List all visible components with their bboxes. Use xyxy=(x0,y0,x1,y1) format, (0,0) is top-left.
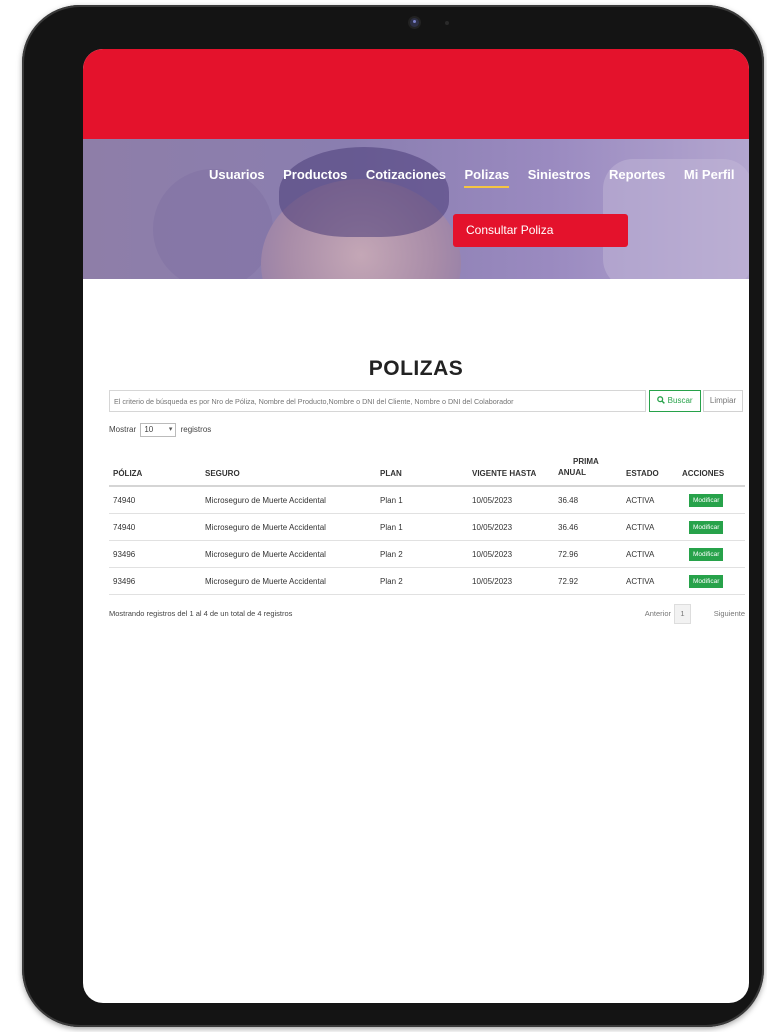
modificar-button[interactable]: Modificar xyxy=(689,520,724,534)
table-row: 93496 Microseguro de Muerte Accidental P… xyxy=(109,567,745,595)
col-header-estado[interactable]: ESTADO xyxy=(619,441,674,487)
chevron-down-icon: ▾ xyxy=(168,426,173,433)
hero-photo-hair xyxy=(279,147,449,237)
cell-vigente: 10/05/2023 xyxy=(460,540,550,568)
nav-item-siniestros[interactable]: Siniestros xyxy=(528,167,591,186)
table-footer: Mostrando registros del 1 al 4 de un tot… xyxy=(109,604,745,624)
table-row: 93496 Microseguro de Muerte Accidental P… xyxy=(109,540,745,568)
cell-poliza: 93496 xyxy=(109,567,196,595)
cell-seguro: Microseguro de Muerte Accidental xyxy=(196,567,371,595)
cell-acciones: Modificar xyxy=(674,513,745,541)
tablet-screen: Usuarios Productos Cotizaciones Polizas … xyxy=(83,49,749,1003)
prima-line2: ANUAL xyxy=(558,468,586,477)
front-camera xyxy=(410,18,419,27)
nav-item-productos[interactable]: Productos xyxy=(283,167,347,186)
cell-poliza: 74940 xyxy=(109,486,196,514)
cell-acciones: Modificar xyxy=(674,540,745,568)
col-header-poliza[interactable]: PÓLIZA xyxy=(109,441,196,487)
cell-plan: Plan 2 xyxy=(371,567,460,595)
nav-item-cotizaciones[interactable]: Cotizaciones xyxy=(366,167,446,186)
search-icon xyxy=(657,396,666,404)
cell-estado: ACTIVA xyxy=(619,540,674,568)
nav-item-usuarios[interactable]: Usuarios xyxy=(209,167,265,186)
cell-plan: Plan 2 xyxy=(371,540,460,568)
search-input[interactable] xyxy=(109,390,646,412)
nav-item-reportes[interactable]: Reportes xyxy=(609,167,665,186)
cell-prima: 72.92 xyxy=(550,567,619,595)
col-header-prima[interactable]: PRIMA ANUAL xyxy=(550,441,619,487)
top-red-bar xyxy=(83,49,749,139)
cell-acciones: Modificar xyxy=(674,486,745,514)
cell-estado: ACTIVA xyxy=(619,513,674,541)
table-row: 74940 Microseguro de Muerte Accidental P… xyxy=(109,486,745,514)
consultar-poliza-button[interactable]: Consultar Poliza xyxy=(453,214,628,247)
cell-vigente: 10/05/2023 xyxy=(460,567,550,595)
search-bar: Buscar Limpiar xyxy=(109,390,745,412)
prima-line1: PRIMA xyxy=(573,457,599,466)
modificar-button[interactable]: Modificar xyxy=(689,493,724,507)
col-header-seguro[interactable]: SEGURO xyxy=(196,441,371,487)
cell-estado: ACTIVA xyxy=(619,486,674,514)
cell-vigente: 10/05/2023 xyxy=(460,486,550,514)
length-suffix: registros xyxy=(180,425,212,435)
buscar-label: Buscar xyxy=(667,396,693,405)
hero-banner: Usuarios Productos Cotizaciones Polizas … xyxy=(83,139,749,279)
length-prefix: Mostrar xyxy=(109,425,137,435)
table-row: 74940 Microseguro de Muerte Accidental P… xyxy=(109,513,745,541)
polizas-table: PÓLIZA SEGURO PLAN VIGENTE HASTA PRIMA A… xyxy=(109,441,745,595)
cell-vigente: 10/05/2023 xyxy=(460,513,550,541)
buscar-button[interactable]: Buscar xyxy=(649,390,701,412)
polizas-table-container: PÓLIZA SEGURO PLAN VIGENTE HASTA PRIMA A… xyxy=(109,441,745,595)
cell-estado: ACTIVA xyxy=(619,567,674,595)
cell-prima: 36.46 xyxy=(550,513,619,541)
cell-poliza: 93496 xyxy=(109,540,196,568)
pagination-page[interactable]: 1 xyxy=(674,604,691,624)
pagination-prev[interactable]: Anterior xyxy=(645,604,671,624)
cell-prima: 36.48 xyxy=(550,486,619,514)
cell-seguro: Microseguro de Muerte Accidental xyxy=(196,513,371,541)
cell-plan: Plan 1 xyxy=(371,486,460,514)
cell-plan: Plan 1 xyxy=(371,513,460,541)
modificar-button[interactable]: Modificar xyxy=(689,547,724,561)
cell-poliza: 74940 xyxy=(109,513,196,541)
main-nav: Usuarios Productos Cotizaciones Polizas … xyxy=(209,166,748,188)
records-info: Mostrando registros del 1 al 4 de un tot… xyxy=(109,609,293,618)
tablet-frame: Usuarios Productos Cotizaciones Polizas … xyxy=(22,5,764,1027)
cell-acciones: Modificar xyxy=(674,567,745,595)
col-header-vigente[interactable]: VIGENTE HASTA xyxy=(460,441,550,487)
pagination: Anterior 1 Siguiente xyxy=(605,604,745,624)
limpiar-button[interactable]: Limpiar xyxy=(703,390,743,412)
ambient-sensor xyxy=(445,21,449,25)
cell-prima: 72.96 xyxy=(550,540,619,568)
pagination-next[interactable]: Siguiente xyxy=(714,604,745,624)
page-length-select[interactable]: 10 ▾ xyxy=(140,423,177,437)
col-header-acciones[interactable]: ACCIONES xyxy=(674,441,745,487)
page-length-value: 10 xyxy=(144,425,154,434)
cell-seguro: Microseguro de Muerte Accidental xyxy=(196,540,371,568)
page-title: POLIZAS xyxy=(368,357,464,380)
page-length-control: Mostrar 10 ▾ registros xyxy=(109,423,211,437)
table-header-row: PÓLIZA SEGURO PLAN VIGENTE HASTA PRIMA A… xyxy=(109,441,745,487)
cell-seguro: Microseguro de Muerte Accidental xyxy=(196,486,371,514)
modificar-button[interactable]: Modificar xyxy=(689,574,724,588)
col-header-plan[interactable]: PLAN xyxy=(371,441,460,487)
nav-item-polizas[interactable]: Polizas xyxy=(464,167,510,188)
nav-item-mi-perfil[interactable]: Mi Perfil xyxy=(684,167,735,186)
